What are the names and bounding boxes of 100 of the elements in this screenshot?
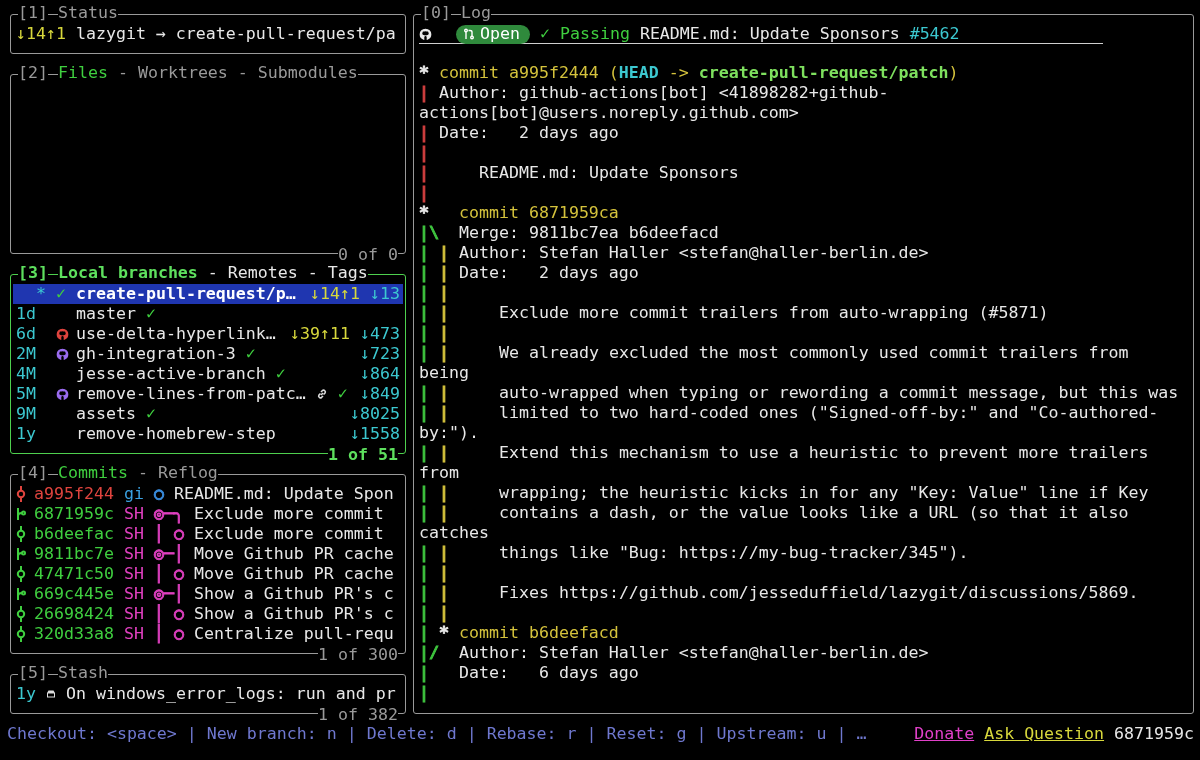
hint-separator: |: [835, 724, 848, 744]
commit-message-line: being: [419, 363, 469, 383]
branch-row[interactable]: 1y remove-homebrew-step ↓1558: [13, 424, 403, 444]
hint-separator: |: [695, 724, 708, 744]
pr-state-label: Open: [480, 24, 520, 44]
panel-number: [1]: [18, 3, 48, 23]
branch-name: remove-homebrew-step: [76, 424, 276, 444]
branch-age: 4M: [16, 364, 36, 383]
graph-glyph: |: [419, 643, 429, 662]
commit-message-line: actions[bot]@users.noreply.github.com>: [419, 103, 799, 123]
github-icon: [419, 27, 432, 41]
behind-count: ↓8025: [350, 404, 400, 424]
checks-status: ✓ Passing: [539, 24, 630, 44]
branch-age: 1y: [16, 424, 36, 443]
graph-glyph: |: [419, 383, 429, 402]
commit-message: Show a Github PR's c: [193, 584, 394, 604]
commit-message: Exclude more commit: [193, 524, 384, 544]
graph-glyph: |: [439, 443, 449, 462]
check-mark: ✓: [145, 304, 156, 324]
branch-row[interactable]: 5M remove-lines-from-patc… ✓ ↓849: [13, 384, 403, 404]
divergence-count: ↓14↑1: [310, 284, 360, 304]
commit-message-line: Extend this mechanism to use a heuristic to prevent more trailers: [498, 443, 1149, 463]
branch-age: 1d: [16, 304, 36, 323]
panel-tab[interactable]: Tags: [327, 263, 368, 283]
divergence-count: ↓39↑11: [290, 324, 351, 344]
graph-glyph: |: [419, 123, 429, 142]
keybinding-hint[interactable]: Upstream: u: [716, 724, 827, 744]
keybinding-hint[interactable]: Rebase: r: [486, 724, 577, 744]
commit-message: Move Github PR cache: [193, 544, 394, 564]
commit-hash: 6871959c: [1114, 724, 1194, 744]
branch-row[interactable]: 1d master ✓: [13, 304, 403, 324]
graph-glyph: |: [419, 403, 429, 422]
commit-message: README.md: Update Spon: [173, 484, 394, 504]
footer-link[interactable]: Donate: [914, 724, 975, 744]
commit-graph: ○: [153, 484, 164, 504]
panel-number: [4]: [18, 463, 48, 483]
commit-graph: │ ○: [153, 524, 184, 544]
graph-glyph: |: [439, 243, 449, 262]
commit-header: commit 6871959ca: [459, 203, 619, 223]
graph-glyph: |: [439, 343, 449, 362]
more-hints[interactable]: …: [856, 724, 867, 744]
panel-tab[interactable]: Reflog: [157, 463, 218, 483]
graph-glyph: |: [439, 383, 449, 402]
branch-row[interactable]: * ✓ create-pull-request/p… ↓14↑1 ↓13: [13, 284, 403, 304]
keybinding-hint[interactable]: Delete: d: [366, 724, 457, 744]
pr-number[interactable]: #5462: [909, 24, 960, 44]
branch-row[interactable]: 2M gh-integration-3 ✓ ↓723: [13, 344, 403, 364]
panel-number: [2]: [18, 63, 48, 83]
commit-message-line: We already excluded the most commonly used commit trailers from: [498, 343, 1129, 363]
keybinding-hint[interactable]: New branch: n: [206, 724, 337, 744]
commit-field: Date: 2 days ago: [459, 263, 639, 283]
graph-glyph: |: [439, 583, 449, 602]
commit-hash: 320d33a8: [34, 624, 114, 644]
branch-age: 6d: [16, 324, 36, 343]
pr-title: README.md: Update Sponsors: [639, 24, 900, 44]
branch-row[interactable]: 9M assets ✓ ↓8025: [13, 404, 403, 424]
commit-message-line: auto-wrapped when typing or rewording a commit message, but this was: [498, 383, 1179, 403]
branch-name: gh-integration-3: [76, 344, 236, 364]
behind-count: ↓723: [360, 344, 400, 364]
branch-name: create-pull-request/p…: [76, 284, 296, 304]
hint-separator: |: [345, 724, 358, 744]
branch-row[interactable]: 6d use-delta-hyperlink… ↓39↑11 ↓473: [13, 324, 403, 344]
footer-link[interactable]: Ask Question: [984, 724, 1105, 744]
panel-tab[interactable]: Log: [461, 3, 491, 23]
graph-glyph: |: [419, 83, 429, 102]
check-mark: ✓: [337, 384, 348, 404]
graph-glyph: |: [419, 443, 429, 462]
graph-glyph: |: [439, 263, 449, 282]
stash-message: On windows_error_logs: run and pr: [66, 684, 396, 704]
check-mark: ✓: [245, 344, 256, 364]
branch-age: 9M: [16, 404, 36, 423]
graph-glyph: |: [439, 403, 449, 422]
commit-message: Centralize pull-requ: [193, 624, 394, 644]
commit-message-line: README.md: Update Sponsors: [478, 163, 739, 183]
behind-count: ↓473: [360, 324, 400, 344]
author-initials: SH: [123, 604, 144, 624]
branch-age: 2M: [16, 344, 36, 363]
commit-message: Move Github PR cache: [193, 564, 394, 584]
graph-glyph: /: [429, 643, 439, 662]
branch-row[interactable]: 4M jesse-active-branch ✓ ↓864: [13, 364, 403, 384]
commit-graph: ◎─╮: [153, 504, 184, 524]
keybinding-hint[interactable]: Checkout: <space>: [7, 724, 177, 744]
graph-glyph: |: [419, 243, 429, 262]
commit-field: Date: 6 days ago: [459, 663, 639, 683]
commit-hash: b6deefac: [34, 524, 114, 544]
commit-header: commit b6deefacd: [459, 623, 619, 643]
keybinding-hint[interactable]: Reset: g: [606, 724, 687, 744]
graph-glyph: |: [419, 343, 429, 362]
graph-glyph: |: [439, 503, 449, 522]
behind-count: ↓13: [370, 284, 400, 304]
repo-branch-label: lazygit → create-pull-request/pa: [75, 24, 396, 44]
check-mark: ✓: [275, 364, 286, 384]
graph-glyph: |: [439, 323, 449, 342]
commit-message: Show a Github PR's c: [193, 604, 394, 624]
branch-name: master: [76, 304, 136, 324]
hint-separator: |: [465, 724, 478, 744]
behind-count: ↓864: [360, 364, 400, 384]
graph-glyph: |: [419, 303, 429, 322]
behind-count: ↓849: [360, 384, 400, 404]
graph-glyph: |: [419, 663, 429, 682]
